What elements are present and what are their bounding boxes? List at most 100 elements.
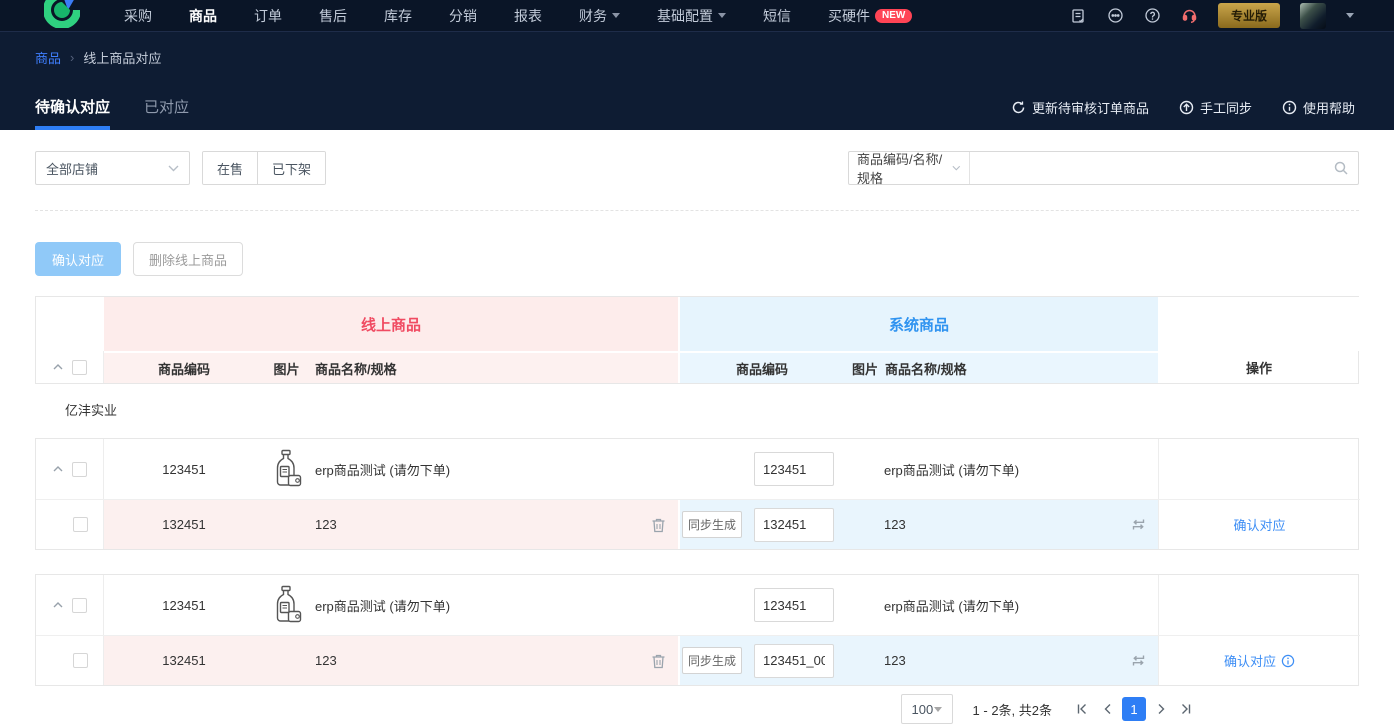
- system-code-cell: [744, 636, 844, 685]
- bill-icon[interactable]: [1070, 7, 1087, 24]
- system-code-input[interactable]: [754, 452, 834, 486]
- info-icon[interactable]: [1281, 654, 1295, 668]
- collapse-all-icon[interactable]: [53, 364, 63, 370]
- off-shelf-button[interactable]: 已下架: [257, 152, 326, 184]
- system-name: erp商品测试 (请勿下单): [884, 462, 1020, 478]
- next-page-button[interactable]: [1151, 697, 1171, 721]
- row-select-cell: [36, 500, 104, 549]
- search-type-select[interactable]: 商品编码/名称/规格: [849, 152, 970, 186]
- confirm-match-link[interactable]: 确认对应: [1233, 515, 1285, 534]
- first-page-button[interactable]: [1072, 697, 1092, 721]
- sync-icon: [1179, 100, 1194, 115]
- row-select-cell: [36, 439, 104, 499]
- nav-item-reports[interactable]: 报表: [514, 6, 542, 26]
- system-name: 123: [844, 636, 1118, 685]
- table-row: 123451 erp商品测试 (请勿下单) erp商品测试 (请勿下单): [36, 575, 1360, 635]
- confirm-match-link[interactable]: 确认对应: [1224, 651, 1276, 670]
- swap-arrows-icon[interactable]: [1130, 652, 1147, 669]
- pager: 1: [1072, 697, 1196, 721]
- breadcrumb-goods-link[interactable]: 商品: [35, 48, 61, 67]
- sync-generate-cell: 同步生成: [678, 500, 744, 549]
- system-code-input[interactable]: [754, 507, 834, 542]
- app-logo-icon: [44, 0, 80, 28]
- pagination: 100 1 - 2条, 共2条 1: [35, 694, 1196, 724]
- swap-cell: [1118, 575, 1158, 635]
- search-input[interactable]: [970, 152, 1324, 184]
- nav-item-inventory[interactable]: 库存: [384, 6, 412, 26]
- nav-item-purchase[interactable]: 采购: [124, 6, 152, 26]
- breadcrumb-current: 线上商品对应: [83, 51, 162, 66]
- pro-version-button[interactable]: 专业版: [1217, 3, 1280, 28]
- nav-item-settings[interactable]: 基础配置: [657, 6, 726, 26]
- nav-item-finance[interactable]: 财务: [579, 6, 620, 26]
- system-code-cell: [744, 439, 844, 499]
- swap-arrows-icon[interactable]: [1130, 516, 1147, 533]
- online-name: erp商品测试 (请勿下单): [315, 462, 451, 478]
- system-code-input[interactable]: [754, 588, 834, 622]
- online-image-cell: [264, 636, 309, 685]
- collapse-row-icon[interactable]: [53, 602, 63, 608]
- search-icon[interactable]: [1324, 160, 1358, 176]
- system-code-input[interactable]: [754, 643, 834, 678]
- table-row: 123451 erp商品测试 (请勿下单) erp商品测试 (请勿下单): [36, 439, 1360, 499]
- system-code-cell: [744, 575, 844, 635]
- breadcrumb: 商品 › 线上商品对应: [35, 48, 161, 67]
- system-image-col-header: 图片: [852, 361, 879, 377]
- new-badge: NEW: [875, 8, 913, 23]
- confirm-match-button[interactable]: 确认对应: [35, 242, 122, 276]
- online-name: 123: [309, 636, 638, 685]
- collapse-row-icon[interactable]: [53, 466, 63, 472]
- nav-item-sms[interactable]: 短信: [763, 6, 791, 26]
- sync-generate-button[interactable]: 同步生成: [681, 511, 742, 538]
- update-pending-orders-link[interactable]: 更新待审核订单商品: [1011, 98, 1149, 117]
- table-sub-row: 132451 123 同步生成 123 确认对应: [36, 499, 1360, 549]
- row-checkbox[interactable]: [73, 517, 88, 532]
- nav-item-orders[interactable]: 订单: [254, 6, 282, 26]
- select-all-checkbox[interactable]: [71, 359, 87, 375]
- question-icon[interactable]: [1144, 7, 1161, 24]
- row-checkbox[interactable]: [73, 653, 88, 668]
- on-sale-button[interactable]: 在售: [203, 152, 258, 184]
- bottle-image-icon: [276, 449, 301, 487]
- tab-pending-match[interactable]: 待确认对应: [35, 96, 111, 130]
- table-column-header-row: 商品编码 图片 商品名称/规格 商品编码 图片 商品名称/规格 操作: [36, 351, 1360, 383]
- prev-page-button[interactable]: [1097, 697, 1117, 721]
- search-group: 商品编码/名称/规格: [848, 151, 1359, 186]
- chevron-down-icon: [168, 165, 179, 171]
- manual-sync-link[interactable]: 手工同步: [1179, 98, 1252, 117]
- row-checkbox[interactable]: [71, 597, 87, 613]
- shop-select[interactable]: 全部店铺: [35, 151, 190, 185]
- online-code: 132451: [104, 500, 264, 549]
- swap-cell: [1118, 439, 1158, 499]
- system-goods-header: 系统商品: [678, 297, 1158, 351]
- support-headset-icon[interactable]: [1181, 7, 1198, 24]
- nav-item-aftersale[interactable]: 售后: [319, 6, 347, 26]
- online-image-cell: [264, 500, 309, 549]
- header-actions: 更新待审核订单商品 手工同步 使用帮助: [1011, 98, 1355, 117]
- sync-generate-button[interactable]: 同步生成: [681, 647, 742, 674]
- last-page-button[interactable]: [1176, 697, 1196, 721]
- trash-icon[interactable]: [651, 653, 666, 669]
- account-chevron-down-icon[interactable]: [1346, 13, 1354, 18]
- trash-icon[interactable]: [651, 517, 666, 533]
- page-header-band: 商品 › 线上商品对应 待确认对应 已对应 更新待审核订单商品 手工同步 使用帮…: [0, 32, 1394, 130]
- tab-matched[interactable]: 已对应: [144, 96, 189, 130]
- product-image: [264, 575, 309, 635]
- help-link[interactable]: 使用帮助: [1282, 98, 1355, 117]
- nav-item-distribution[interactable]: 分销: [449, 6, 477, 26]
- nav-item-goods[interactable]: 商品: [189, 6, 217, 26]
- chevron-down-icon: [933, 706, 942, 712]
- nav-item-hardware[interactable]: 买硬件 NEW: [828, 6, 913, 26]
- avatar[interactable]: [1300, 2, 1326, 29]
- message-icon[interactable]: [1107, 7, 1124, 24]
- row-checkbox[interactable]: [71, 461, 87, 477]
- page-size-select[interactable]: 100: [900, 694, 953, 724]
- dashed-divider: [35, 210, 1359, 211]
- online-image-col-header: 图片: [264, 351, 309, 383]
- delete-online-goods-button[interactable]: 删除线上商品: [133, 242, 244, 276]
- online-goods-header: 线上商品: [104, 297, 678, 351]
- current-page-button[interactable]: 1: [1122, 697, 1146, 721]
- online-delete-col-header: [638, 351, 678, 383]
- table-group-header-row: 线上商品 系统商品: [36, 297, 1360, 351]
- shop-group-label: 亿沣实业: [65, 402, 118, 418]
